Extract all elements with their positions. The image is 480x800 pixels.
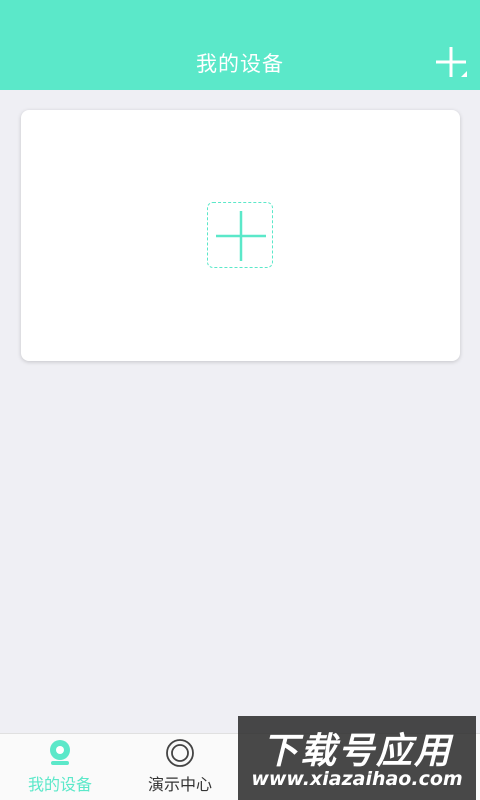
watermark-url: www.xiazaihao.com bbox=[251, 768, 463, 790]
plus-icon bbox=[216, 211, 266, 261]
tab-label: 演示中心 bbox=[147, 775, 212, 794]
app-header: 我的设备 bbox=[0, 0, 480, 90]
tab-my-devices[interactable]: 我的设备 bbox=[0, 734, 120, 800]
camera-icon bbox=[50, 740, 70, 765]
plus-icon bbox=[436, 47, 467, 77]
page-title: 我的设备 bbox=[196, 52, 284, 76]
watermark-overlay: 下载号应用 www.xiazaihao.com bbox=[238, 716, 476, 800]
tab-demo-center[interactable]: 演示中心 bbox=[120, 734, 240, 800]
watermark-title: 下载号应用 bbox=[261, 731, 452, 772]
add-device-card[interactable] bbox=[21, 110, 460, 361]
tab-label: 我的设备 bbox=[27, 775, 92, 794]
target-icon bbox=[166, 739, 194, 767]
add-device-placeholder[interactable] bbox=[207, 202, 273, 268]
add-device-button[interactable] bbox=[434, 45, 468, 79]
